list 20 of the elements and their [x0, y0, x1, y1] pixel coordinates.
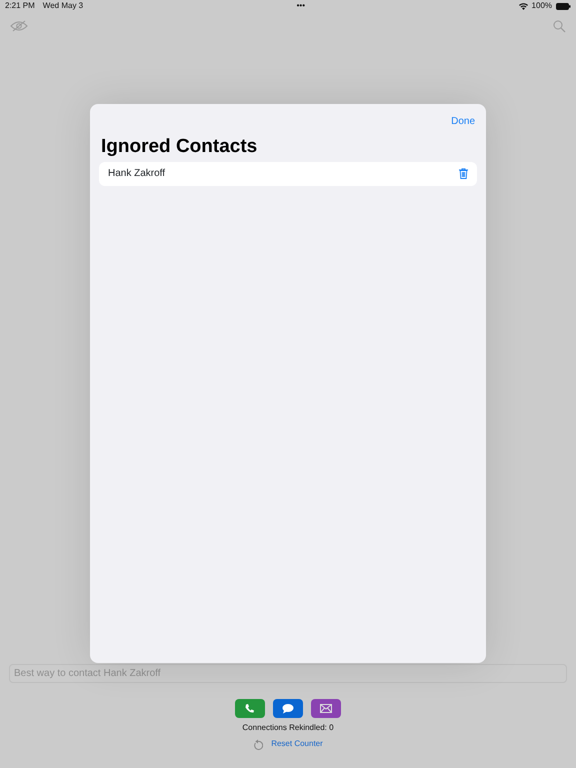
phone-icon [244, 703, 256, 714]
trash-icon[interactable] [459, 168, 468, 180]
status-time: 2:21 PM [5, 0, 35, 12]
battery-icon [556, 2, 572, 10]
call-button[interactable] [235, 699, 265, 718]
contact-row[interactable]: Hank Zakroff [99, 162, 477, 186]
counter-label: Connections Rekindled: 0 [241, 722, 335, 734]
chat-bubble-icon [282, 703, 294, 714]
reset-icon [253, 738, 264, 750]
sheet-title: Ignored Contacts [100, 135, 258, 159]
envelope-icon [320, 703, 332, 714]
reset-counter-link[interactable]: Reset Counter [271, 738, 323, 750]
contact-name: Hank Zakroff [108, 167, 166, 182]
multitask-dots[interactable]: ••• [296, 0, 306, 12]
mail-button[interactable] [311, 699, 341, 718]
status-date: Wed May 3 [42, 0, 84, 12]
wifi-icon [518, 2, 528, 10]
battery-percent: 100% [532, 0, 552, 12]
message-button[interactable] [273, 699, 303, 718]
contact-field[interactable]: Best way to contact Hank Zakroff [9, 664, 567, 683]
